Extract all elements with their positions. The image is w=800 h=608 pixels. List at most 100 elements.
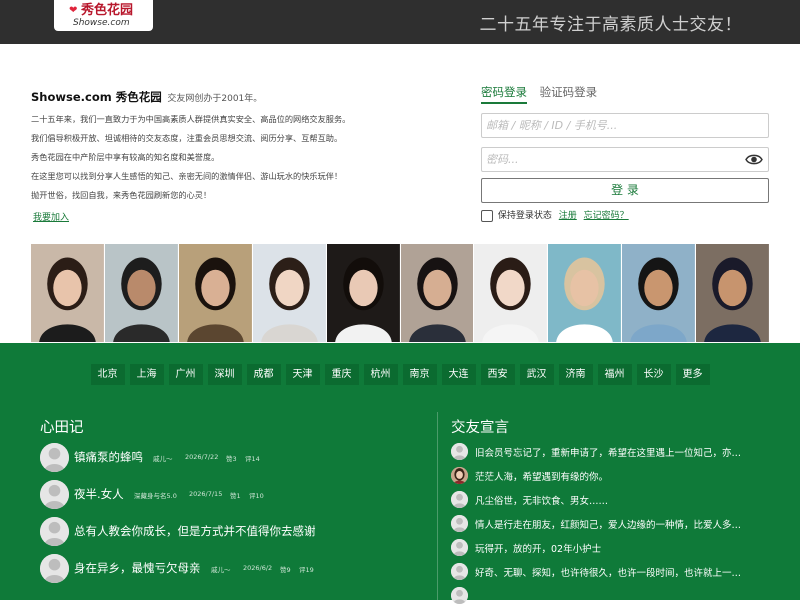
city-link[interactable]: 重庆 xyxy=(324,364,359,385)
declaration-text[interactable]: 旧会员号忘记了，重新申请了，希望在这里遇上一位知己，亦… xyxy=(475,445,771,459)
story-likes: 赞1 xyxy=(230,492,241,500)
city-link[interactable]: 天津 xyxy=(285,364,320,385)
member-photo[interactable] xyxy=(178,244,252,342)
avatar xyxy=(451,491,468,508)
story-date: 2026/7/15 xyxy=(189,490,223,498)
intro-paragraph: 在这里您可以找到分享人生感悟的知己、亲密无间的激情伴侣、游山玩水的快乐玩伴！ xyxy=(31,171,343,181)
city-link[interactable]: 杭州 xyxy=(363,364,398,385)
declaration-item[interactable]: 情人是行走在朋友，红颜知己，爱人边缘的一种情，比爱人多… xyxy=(451,512,771,536)
story-title[interactable]: 总有人教会你成长，但是方式并不值得你去感谢 xyxy=(74,523,316,539)
declaration-item[interactable] xyxy=(451,584,771,608)
city-link[interactable]: 西安 xyxy=(480,364,515,385)
city-link[interactable]: 成都 xyxy=(246,364,281,385)
city-link[interactable]: 福州 xyxy=(597,364,632,385)
heart-icon: ❤ xyxy=(69,5,78,16)
login-options: 保持登录状态 注册 忘记密码？ xyxy=(481,209,769,223)
site-intro: Showse.com 秀色花园 交友网创办于2001年。 二十五年来，我们一直致… xyxy=(31,89,431,224)
register-link[interactable]: 注册 xyxy=(559,211,577,221)
declaration-item[interactable]: 好奇、无聊、探知，也许待很久，也许一段时间，也许就上一… xyxy=(451,560,771,584)
member-photo[interactable] xyxy=(548,244,622,342)
remember-checkbox[interactable] xyxy=(481,210,493,222)
city-link[interactable]: 深圳 xyxy=(207,364,242,385)
declaration-text[interactable]: 凡尘俗世，无非饮食、男女…… xyxy=(475,493,771,507)
declaration-text[interactable]: 玩得开，放的开，02年小护士 xyxy=(475,541,771,555)
city-link[interactable]: 长沙 xyxy=(636,364,671,385)
member-photo[interactable] xyxy=(252,244,326,342)
story-comments: 评19 xyxy=(299,566,314,574)
tab-password-login[interactable]: 密码登录 xyxy=(481,84,527,104)
forgot-password-link[interactable]: 忘记密码？ xyxy=(584,211,629,221)
intro-title: Showse.com 秀色花园 交友网创办于2001年。 xyxy=(31,89,431,107)
account-field xyxy=(481,113,769,138)
avatar xyxy=(451,443,468,460)
story-author[interactable]: 深藏身与名5.0 xyxy=(134,490,177,500)
declaration-item[interactable]: 凡尘俗世，无非饮食、男女…… xyxy=(451,488,771,512)
eye-icon[interactable] xyxy=(745,153,763,166)
stories-list: 镇痛泵的蜂鸣 戚儿～ 2026/7/22 赞3 评14 夜半.女人 深藏身与名5.0 2026… xyxy=(40,440,420,588)
story-title[interactable]: 身在异乡，最愧亏欠母亲 xyxy=(74,560,201,576)
member-photo[interactable] xyxy=(326,244,400,342)
member-photo[interactable] xyxy=(31,244,104,342)
story-item[interactable]: 夜半.女人 深藏身与名5.0 2026/7/15 赞1 评10 xyxy=(40,477,420,514)
login-panel: 密码登录 验证码登录 登 录 保持登录状态 注册 忘记密码？ xyxy=(481,84,769,223)
city-link[interactable]: 北京 xyxy=(90,364,125,385)
column-divider xyxy=(437,412,438,600)
account-input[interactable] xyxy=(482,114,768,137)
intro-paragraph: 抛开世俗，找回自我，来秀色花园刷新您的心灵！ xyxy=(31,190,212,200)
member-photo[interactable] xyxy=(400,244,474,342)
declarations-column: 交友宣言 旧会员号忘记了，重新申请了，希望在这里遇上一位知己，亦… 茫茫人海，希望… xyxy=(451,416,771,608)
member-photo[interactable] xyxy=(474,244,548,342)
avatar xyxy=(451,563,468,580)
avatar xyxy=(451,467,468,484)
story-author[interactable]: 戚儿～ xyxy=(211,564,231,574)
city-link[interactable]: 更多 xyxy=(675,364,710,385)
declaration-item[interactable]: 茫茫人海，希望遇到有缘的你。 xyxy=(451,464,771,488)
city-link[interactable]: 大连 xyxy=(441,364,476,385)
story-date: 2026/7/22 xyxy=(185,453,219,461)
intro-title-brand: Showse.com 秀色花园 xyxy=(31,90,162,104)
member-photo[interactable] xyxy=(696,244,770,342)
story-likes: 赞9 xyxy=(280,566,291,574)
story-item[interactable]: 身在异乡，最愧亏欠母亲 戚儿～ 2026/6/2 赞9 评19 xyxy=(40,551,420,588)
story-author[interactable]: 戚儿～ xyxy=(153,453,173,463)
member-photo[interactable] xyxy=(104,244,178,342)
city-link[interactable]: 广州 xyxy=(168,364,203,385)
login-button[interactable]: 登 录 xyxy=(481,178,769,203)
city-nav: 北京 上海 广州 深圳 成都 天津 重庆 杭州 南京 大连 西安 武汉 济南 福州 长沙 更多 xyxy=(0,364,800,385)
declaration-text[interactable]: 好奇、无聊、探知，也许待很久，也许一段时间，也许就上一… xyxy=(475,565,771,579)
story-title[interactable]: 镇痛泵的蜂鸣 xyxy=(74,449,143,465)
logo-text-cn: 秀色花园 xyxy=(81,3,134,18)
stories-title: 心田记 xyxy=(40,420,84,436)
story-item[interactable]: 镇痛泵的蜂鸣 戚儿～ 2026/7/22 赞3 评14 xyxy=(40,440,420,477)
avatar xyxy=(451,515,468,532)
intro-paragraph: 我们倡导积极开放、坦诚相待的交友态度，注重会员思想交流、阅历分享、互帮互助。 xyxy=(31,133,343,143)
city-link[interactable]: 武汉 xyxy=(519,364,554,385)
city-link[interactable]: 南京 xyxy=(402,364,437,385)
remember-label: 保持登录状态 xyxy=(497,211,552,221)
avatar xyxy=(40,480,69,509)
header-slogan: 二十五年专注于高素质人士交友！ xyxy=(479,15,742,35)
avatar xyxy=(451,539,468,556)
declarations-list: 旧会员号忘记了，重新申请了，希望在这里遇上一位知己，亦… 茫茫人海，希望遇到有缘的… xyxy=(451,440,771,608)
declaration-item[interactable]: 旧会员号忘记了，重新申请了，希望在这里遇上一位知己，亦… xyxy=(451,440,771,464)
password-input[interactable] xyxy=(482,148,768,171)
story-title[interactable]: 夜半.女人 xyxy=(74,486,124,502)
declaration-text[interactable]: 情人是行走在朋友，红颜知己，爱人边缘的一种情，比爱人多… xyxy=(475,517,771,531)
city-link[interactable]: 济南 xyxy=(558,364,593,385)
tab-code-login[interactable]: 验证码登录 xyxy=(540,84,598,102)
intro-title-founded: 交友网创办于2001年。 xyxy=(167,94,263,104)
stories-column: 心田记 镇痛泵的蜂鸣 戚儿～ 2026/7/22 赞3 评14 夜半.女人 深藏身与名5.0… xyxy=(40,416,420,588)
story-item[interactable]: 总有人教会你成长，但是方式并不值得你去感谢 xyxy=(40,514,420,551)
avatar xyxy=(451,587,468,604)
story-comments: 评10 xyxy=(249,492,264,500)
member-photo[interactable] xyxy=(622,244,696,342)
site-logo[interactable]: ❤ 秀色花园 Showse.com xyxy=(54,0,153,31)
story-date: 2026/6/2 xyxy=(243,564,273,572)
avatar xyxy=(40,554,69,583)
login-tabs: 密码登录 验证码登录 xyxy=(481,84,769,104)
intro-paragraph: 秀色花园在中产阶层中享有较高的知名度和美誉度。 xyxy=(31,152,220,162)
declaration-item[interactable]: 玩得开，放的开，02年小护士 xyxy=(451,536,771,560)
join-link[interactable]: 我要加入 xyxy=(33,210,69,223)
declaration-text[interactable]: 茫茫人海，希望遇到有缘的你。 xyxy=(475,469,771,483)
city-link[interactable]: 上海 xyxy=(129,364,164,385)
